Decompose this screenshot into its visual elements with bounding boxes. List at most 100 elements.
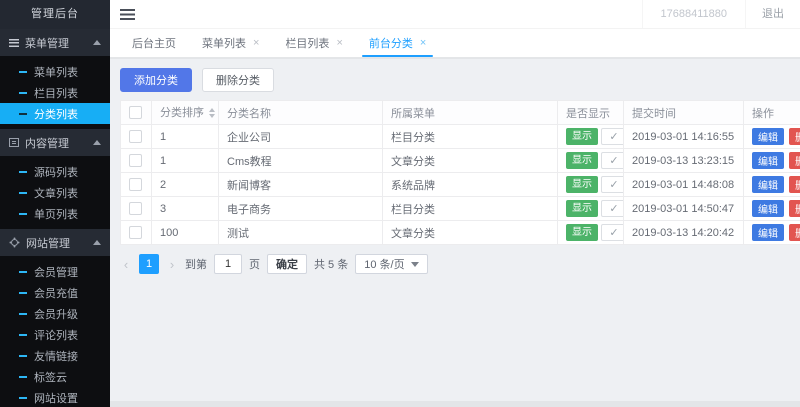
sidebar-item[interactable]: 网站设置 xyxy=(0,387,110,407)
check-box[interactable]: ✓ xyxy=(601,200,623,218)
user-phone[interactable]: 17688411880 xyxy=(641,0,745,28)
column-header-sort: 分类排序 xyxy=(160,107,204,119)
row-checkbox[interactable] xyxy=(129,178,142,192)
total-count: 共 5 条 xyxy=(314,259,349,272)
select-all-checkbox[interactable] xyxy=(129,106,142,120)
dash-icon xyxy=(19,375,27,378)
check-box[interactable]: ✓ xyxy=(601,128,623,146)
hamburger-icon[interactable] xyxy=(120,8,135,20)
cell-time: 2019-03-01 14:16:55 xyxy=(623,124,744,150)
cell-name: 新闻博客 xyxy=(218,172,383,198)
chevron-down-icon xyxy=(410,261,419,271)
chevron-up-icon xyxy=(93,236,101,245)
sidebar-item-label: 栏目列表 xyxy=(34,87,78,100)
sidebar-group-content-header[interactable]: 内容管理 xyxy=(0,129,110,156)
visibility-toggle[interactable]: 显示 ✓ xyxy=(566,224,623,242)
goto-confirm-button[interactable]: 确定 xyxy=(267,254,307,275)
topbar-right: 17688411880 退出 xyxy=(641,0,800,28)
table-row: 1 Cms教程 文章分类 显示 ✓ 2019-03-13 13:23:15 编辑… xyxy=(120,148,800,174)
tab[interactable]: 栏目列表 × xyxy=(272,29,355,57)
edit-button[interactable]: 编辑 xyxy=(752,128,784,146)
per-page-value: 10 条/页 xyxy=(364,259,405,272)
delete-button[interactable]: 删除 xyxy=(789,176,800,194)
visibility-toggle[interactable]: 显示 ✓ xyxy=(566,200,623,218)
check-box[interactable]: ✓ xyxy=(601,152,623,170)
sidebar-item[interactable]: 友情链接 xyxy=(0,345,110,366)
cell-name: 测试 xyxy=(218,220,383,246)
goto-page-input[interactable] xyxy=(214,254,242,275)
sidebar-group-label: 菜单管理 xyxy=(25,37,69,50)
sidebar-item[interactable]: 源码列表 xyxy=(0,161,110,182)
edit-button[interactable]: 编辑 xyxy=(752,152,784,170)
logout-link[interactable]: 退出 xyxy=(745,0,800,28)
sidebar-item[interactable]: 单页列表 xyxy=(0,203,110,224)
sidebar-item[interactable]: 标签云 xyxy=(0,366,110,387)
visibility-toggle[interactable]: 显示 ✓ xyxy=(566,152,623,170)
topbar: 17688411880 退出 xyxy=(110,0,800,29)
cell-time: 2019-03-13 13:23:15 xyxy=(623,148,744,174)
sidebar-item[interactable]: 文章列表 xyxy=(0,182,110,203)
cell-sort: 100 xyxy=(151,220,219,246)
cell-name: 电子商务 xyxy=(218,196,383,222)
sidebar-item[interactable]: 会员管理 xyxy=(0,261,110,282)
sidebar-item[interactable]: 会员升级 xyxy=(0,303,110,324)
close-icon[interactable]: × xyxy=(336,37,342,49)
delete-button[interactable]: 删除 xyxy=(789,200,800,218)
dash-icon xyxy=(19,191,27,194)
row-checkbox[interactable] xyxy=(129,202,142,216)
per-page-select[interactable]: 10 条/页 xyxy=(355,254,428,275)
column-header-menu: 所属菜单 xyxy=(382,99,558,126)
sidebar-item-label: 单页列表 xyxy=(34,208,78,221)
sidebar-item[interactable]: 菜单列表 xyxy=(0,61,110,82)
cell-name: 企业公司 xyxy=(218,124,383,150)
sidebar-group-site-header[interactable]: 网站管理 xyxy=(0,229,110,256)
check-box[interactable]: ✓ xyxy=(601,176,623,194)
visibility-toggle[interactable]: 显示 ✓ xyxy=(566,176,623,194)
tab-label: 后台主页 xyxy=(132,38,176,50)
sidebar-item-label: 文章列表 xyxy=(34,187,78,200)
edit-button[interactable]: 编辑 xyxy=(752,224,784,242)
current-page[interactable]: 1 xyxy=(139,254,159,275)
sidebar-item[interactable]: 分类列表 xyxy=(0,103,110,124)
sidebar-item[interactable]: 会员充值 xyxy=(0,282,110,303)
visibility-toggle[interactable]: 显示 ✓ xyxy=(566,128,623,146)
admin-app: 管理后台 菜单管理 菜单列表 栏目列表 分类列表 内容管理 源码列表 文章列表 … xyxy=(0,0,800,407)
tab[interactable]: 后台主页 × xyxy=(119,29,189,57)
cell-name: Cms教程 xyxy=(218,148,383,174)
dash-icon xyxy=(19,291,27,294)
show-badge: 显示 xyxy=(566,176,598,194)
row-checkbox[interactable] xyxy=(129,154,142,168)
check-box[interactable]: ✓ xyxy=(601,224,623,242)
check-icon: ✓ xyxy=(609,131,619,144)
close-icon[interactable]: × xyxy=(420,37,426,49)
delete-button[interactable]: 删除 xyxy=(789,128,800,146)
tab[interactable]: 前台分类 × xyxy=(356,29,439,57)
sidebar-group-menu-header[interactable]: 菜单管理 xyxy=(0,29,110,56)
sidebar-item[interactable]: 栏目列表 xyxy=(0,82,110,103)
column-header-actions: 操作 xyxy=(743,99,800,126)
prev-page-icon[interactable]: ‹ xyxy=(120,257,132,272)
column-header-show: 是否显示 xyxy=(557,99,624,126)
delete-button[interactable]: 删除 xyxy=(789,224,800,242)
sidebar-submenu: 菜单列表 栏目列表 分类列表 xyxy=(0,56,110,129)
check-icon: ✓ xyxy=(609,155,619,168)
table-row: 2 新闻博客 系统品牌 显示 ✓ 2019-03-01 14:48:08 编辑删… xyxy=(120,172,800,198)
add-category-button[interactable]: 添加分类 xyxy=(120,68,192,92)
delete-category-button[interactable]: 删除分类 xyxy=(202,68,274,92)
sort-icon[interactable] xyxy=(209,105,215,121)
row-checkbox[interactable] xyxy=(129,226,142,240)
tab[interactable]: 菜单列表 × xyxy=(189,29,272,57)
show-badge: 显示 xyxy=(566,224,598,242)
close-icon[interactable]: × xyxy=(253,37,259,49)
edit-button[interactable]: 编辑 xyxy=(752,200,784,218)
goto-prefix: 到第 xyxy=(185,259,207,272)
row-checkbox[interactable] xyxy=(129,130,142,144)
sidebar-item[interactable]: 评论列表 xyxy=(0,324,110,345)
next-page-icon[interactable]: › xyxy=(166,257,178,272)
edit-button[interactable]: 编辑 xyxy=(752,176,784,194)
sidebar-item-label: 标签云 xyxy=(34,371,67,384)
delete-button[interactable]: 删除 xyxy=(789,152,800,170)
cell-menu: 系统品牌 xyxy=(382,172,558,198)
tab-label: 栏目列表 xyxy=(285,38,330,50)
cell-menu: 文章分类 xyxy=(382,148,558,174)
